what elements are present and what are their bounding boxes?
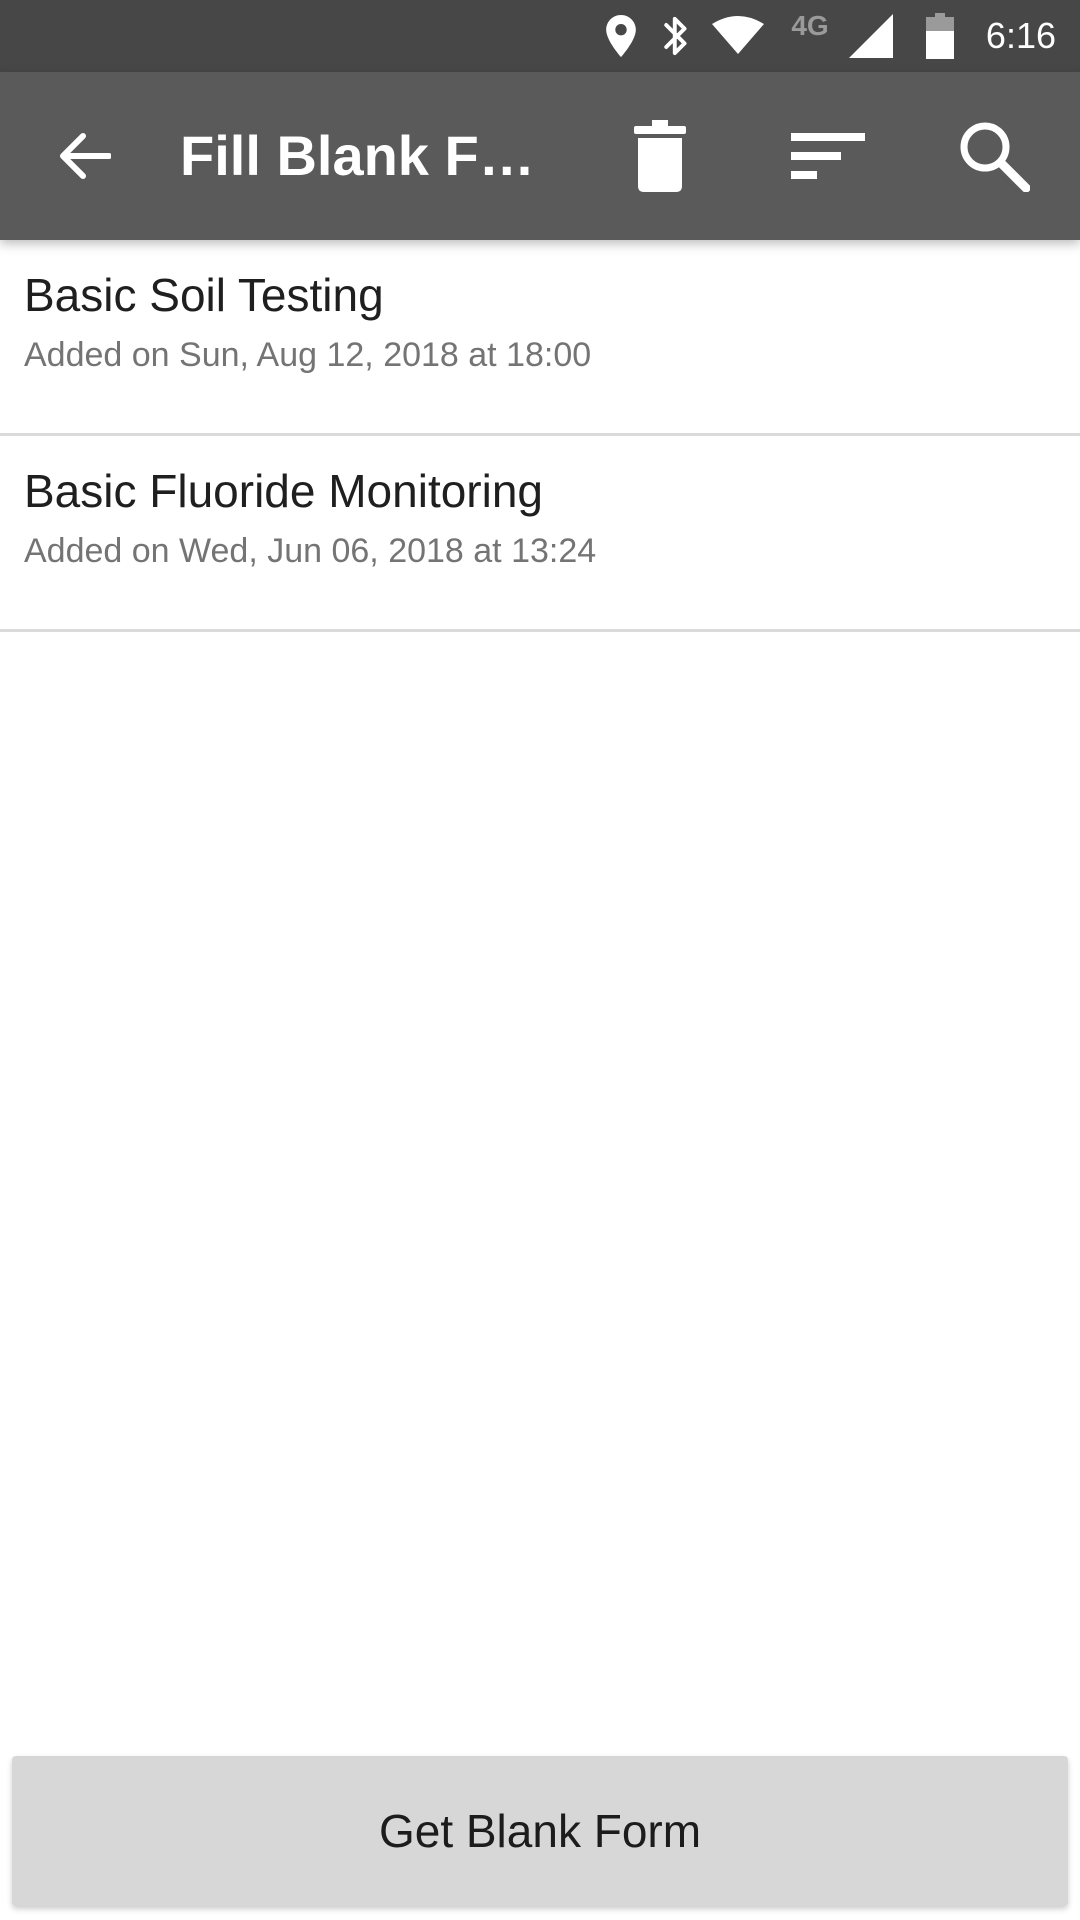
status-bar: 4G 6:16 xyxy=(0,0,1080,72)
network-type-label: 4G xyxy=(791,10,829,41)
battery-icon xyxy=(920,0,960,72)
list-item[interactable]: Basic Soil Testing Added on Sun, Aug 12,… xyxy=(0,240,1080,436)
delete-button[interactable] xyxy=(600,72,720,240)
back-button[interactable] xyxy=(24,72,144,240)
search-button[interactable] xyxy=(934,72,1054,240)
status-time: 6:16 xyxy=(985,15,1056,56)
page-title: Fill Blank Fo… xyxy=(180,124,560,187)
arrow-back-icon xyxy=(60,133,111,179)
form-list: Basic Soil Testing Added on Sun, Aug 12,… xyxy=(0,240,1080,632)
list-item[interactable]: Basic Fluoride Monitoring Added on Wed, … xyxy=(0,436,1080,632)
wifi-icon xyxy=(710,0,766,72)
trash-icon xyxy=(634,120,686,192)
get-blank-form-button[interactable]: Get Blank Form xyxy=(12,1756,1068,1906)
location-icon xyxy=(602,0,640,72)
search-icon xyxy=(960,122,1030,192)
form-title: Basic Soil Testing xyxy=(24,269,384,321)
form-date: Added on Wed, Jun 06, 2018 at 13:24 xyxy=(24,532,597,570)
form-date: Added on Sun, Aug 12, 2018 at 18:00 xyxy=(24,336,592,374)
form-title: Basic Fluoride Monitoring xyxy=(24,465,544,517)
cell-signal-icon xyxy=(846,0,896,72)
screen: 4G 6:16 Fill Blank Fo… Basic Soil Testin… xyxy=(0,0,1080,1920)
app-bar: Fill Blank Fo… xyxy=(0,72,1080,240)
sort-button[interactable] xyxy=(768,72,888,240)
bluetooth-icon xyxy=(656,0,696,72)
sort-icon xyxy=(791,133,865,179)
